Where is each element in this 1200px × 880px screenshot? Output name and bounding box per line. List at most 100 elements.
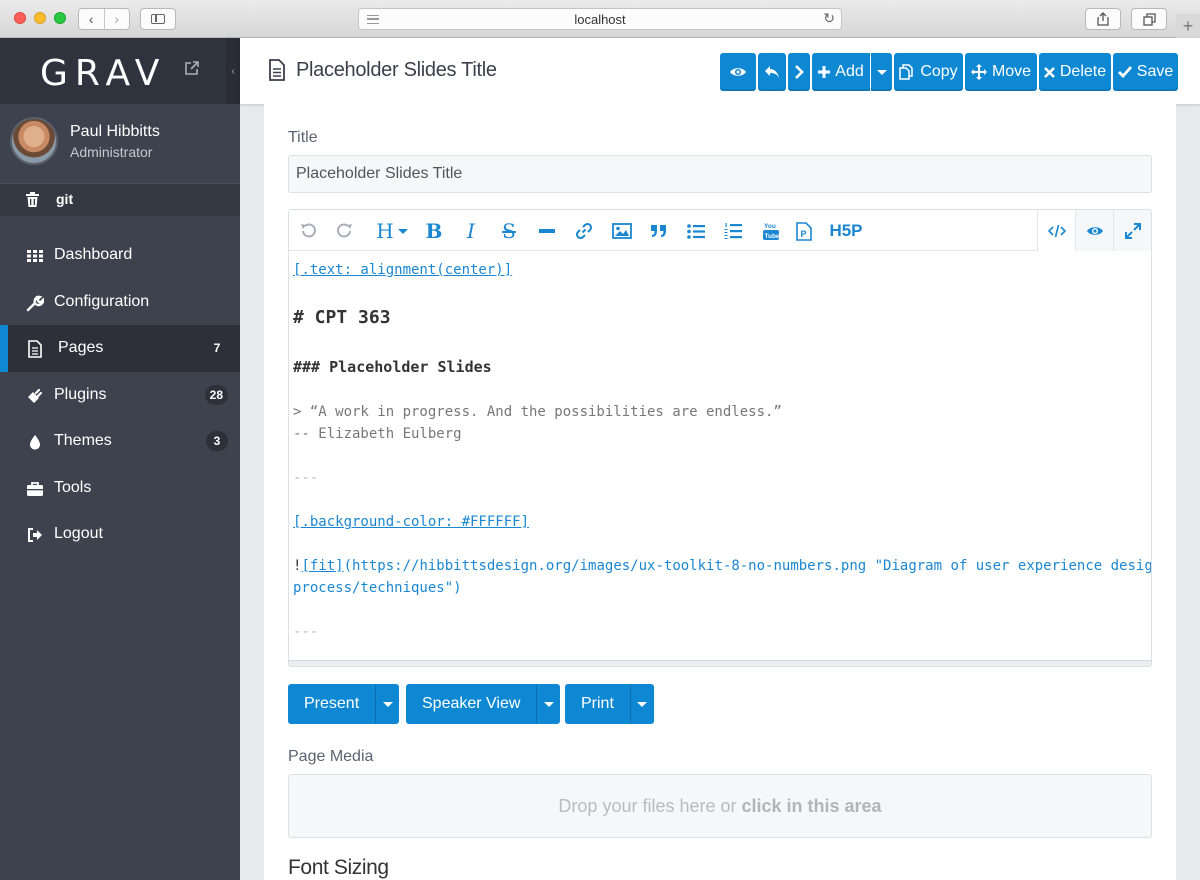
move-label: Move [991, 63, 1032, 80]
editor-resize-handle[interactable] [289, 660, 1151, 666]
check-icon [1117, 66, 1132, 78]
font-sizing-heading: Font Sizing [288, 856, 389, 879]
eye-icon [730, 68, 746, 76]
sidebar-item-label: Pages [58, 339, 104, 356]
present-dropdown-toggle[interactable] [375, 684, 399, 724]
user-profile[interactable]: Paul Hibbitts Administrator [0, 104, 240, 184]
add-label: Add [835, 63, 864, 80]
close-window-button[interactable] [14, 12, 26, 24]
youtube-icon[interactable]: You Tube [761, 220, 781, 242]
add-button[interactable]: Add [812, 53, 870, 91]
preview-toggle[interactable] [1075, 210, 1113, 251]
admin-sidebar: GRAV ‹ Paul Hibbitts Administrator git D… [0, 38, 240, 880]
sidebar-item-configuration[interactable]: Configuration [0, 279, 240, 326]
move-button[interactable]: Move [965, 53, 1037, 91]
reply-icon [765, 66, 779, 78]
collapse-sidebar-button[interactable]: ‹ [226, 38, 240, 104]
code-line: > “A work in progress. And the possibili… [293, 404, 782, 420]
bold-icon[interactable]: B [424, 219, 444, 243]
reload-icon[interactable]: ↻ [823, 10, 835, 27]
caret-down-icon [397, 228, 408, 234]
speaker-view-button[interactable]: Speaker View [406, 684, 536, 724]
title-label: Title [288, 129, 318, 146]
link-icon[interactable] [574, 220, 594, 242]
history-nav: ‹ › [78, 8, 130, 30]
sidebar-item-logout[interactable]: Logout [0, 511, 240, 558]
zoom-window-button[interactable] [54, 12, 66, 24]
strikethrough-icon[interactable]: S [499, 219, 519, 243]
save-button[interactable]: Save [1113, 53, 1178, 91]
avatar[interactable] [10, 117, 58, 165]
page-title: Placeholder Slides Title [296, 59, 497, 81]
sidebar-item-dashboard[interactable]: Dashboard [0, 232, 240, 279]
pdf-file-icon[interactable]: P [794, 220, 814, 242]
sign-out-icon [28, 528, 42, 542]
unordered-list-icon[interactable] [686, 220, 706, 242]
share-button[interactable] [1085, 8, 1121, 30]
forward-button[interactable]: › [103, 9, 130, 29]
italic-icon[interactable]: I [461, 219, 481, 243]
image-icon[interactable] [611, 220, 633, 242]
copy-button[interactable]: Copy [894, 53, 963, 91]
sidebar-item-themes[interactable]: Themes 3 [0, 418, 240, 465]
present-button[interactable]: Present [288, 684, 375, 724]
next-page-button[interactable] [788, 53, 810, 91]
add-dropdown-toggle[interactable] [871, 53, 892, 91]
redo-icon[interactable] [334, 220, 356, 242]
ordered-list-icon[interactable] [723, 220, 743, 242]
code-line: --- [293, 624, 319, 640]
sidebar-item-plugins[interactable]: Plugins 28 [0, 372, 240, 419]
preview-button[interactable] [720, 53, 756, 91]
page-media-label: Page Media [288, 748, 374, 765]
external-link-icon[interactable] [184, 60, 200, 76]
user-role: Administrator [70, 144, 153, 160]
show-tabs-button[interactable] [1131, 8, 1167, 30]
new-tab-button[interactable]: + [1176, 14, 1200, 38]
briefcase-icon [27, 481, 43, 496]
code-line: ![fit](https://hibbittsdesign.org/images… [293, 558, 1151, 574]
minimize-window-button[interactable] [34, 12, 46, 24]
expand-icon [1124, 222, 1141, 239]
delete-button[interactable]: Delete [1039, 53, 1111, 91]
sidebar-item-pages[interactable]: Pages 7 [0, 325, 240, 372]
dropzone-link[interactable]: click in this area [742, 796, 882, 816]
tabs-icon [1142, 12, 1156, 26]
caret-down-icon [543, 701, 554, 707]
title-input[interactable]: Placeholder Slides Title [288, 155, 1152, 193]
media-dropzone[interactable]: Drop your files here or click in this ar… [288, 774, 1152, 838]
plus-icon [818, 66, 831, 78]
sidebar-item-tools[interactable]: Tools [0, 465, 240, 512]
grav-logo[interactable]: GRAV [40, 53, 166, 94]
sidebar-icon [151, 14, 165, 24]
heading-icon: H [376, 219, 394, 243]
reader-icon[interactable] [367, 15, 379, 24]
quote-icon[interactable] [649, 220, 669, 242]
heading-dropdown[interactable]: H [373, 219, 411, 243]
horizontal-rule-icon[interactable] [537, 220, 557, 242]
code-view-toggle[interactable] [1037, 210, 1075, 251]
speaker-view-dropdown-toggle[interactable] [536, 684, 560, 724]
undo-icon[interactable] [297, 220, 319, 242]
print-button-group: Print [565, 684, 654, 724]
chevron-right-icon [795, 65, 804, 79]
browser-toolbar: ‹ › localhost ↻ + [0, 0, 1200, 38]
address-bar[interactable]: localhost ↻ [358, 8, 842, 30]
git-sync-item[interactable]: git [0, 184, 240, 216]
file-icon [269, 59, 285, 81]
print-dropdown-toggle[interactable] [629, 684, 654, 724]
address-text: localhost [574, 11, 626, 27]
sidebar-item-label: Plugins [54, 385, 107, 403]
print-button[interactable]: Print [565, 684, 630, 724]
fullscreen-toggle[interactable] [1113, 210, 1151, 251]
show-sidebar-button[interactable] [140, 8, 176, 30]
back-button[interactable]: ‹ [79, 9, 104, 29]
page-header: Placeholder Slides Title Add Copy Move D… [240, 38, 1200, 104]
plugins-count-badge: 28 [204, 384, 228, 405]
sidebar-item-label: Themes [54, 432, 112, 449]
main-area: Placeholder Slides Title Add Copy Move D… [240, 38, 1200, 880]
arrows-icon [970, 64, 987, 80]
h5p-button[interactable]: H5P [826, 220, 866, 242]
back-to-pages-button[interactable] [758, 53, 786, 91]
code-line: # CPT 363 [293, 307, 391, 328]
copy-label: Copy [920, 63, 958, 80]
